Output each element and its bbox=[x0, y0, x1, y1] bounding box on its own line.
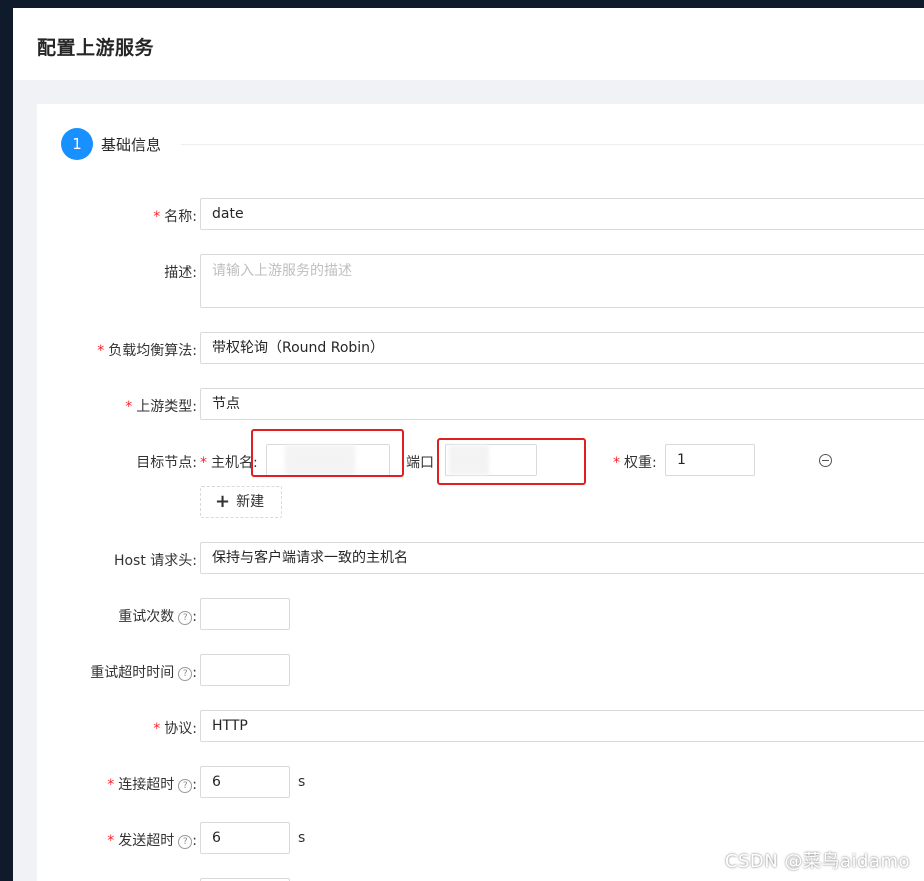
remove-node-icon[interactable] bbox=[819, 454, 832, 467]
upstream-type-select[interactable]: 节点 bbox=[200, 388, 924, 420]
port-highlight-frame bbox=[437, 438, 586, 485]
name-input[interactable]: date bbox=[200, 198, 924, 230]
protocol-select[interactable]: HTTP bbox=[200, 710, 924, 742]
page-title: 配置上游服务 bbox=[37, 37, 155, 59]
app-window: 配置上游服务 1 基础信息 * 名称: date 描述: 请输入上游服务的描述 *… bbox=[13, 8, 924, 881]
required-mark: * bbox=[97, 343, 105, 359]
connect-timeout-input[interactable]: 6 bbox=[200, 766, 290, 798]
step-divider bbox=[181, 144, 924, 145]
hostname-label: * 主机名: bbox=[200, 455, 258, 471]
description-textarea[interactable]: 请输入上游服务的描述 bbox=[200, 254, 924, 308]
required-mark: * bbox=[107, 833, 115, 849]
retry-timeout-input[interactable] bbox=[200, 654, 290, 686]
form-card: 1 基础信息 * 名称: date 描述: 请输入上游服务的描述 * 负载均衡算法:… bbox=[37, 104, 924, 881]
step-number-badge: 1 bbox=[61, 128, 93, 160]
plus-icon: + bbox=[215, 491, 231, 512]
host-header-select[interactable]: 保持与客户端请求一致的主机名 bbox=[200, 542, 924, 574]
protocol-label: * 协议: bbox=[153, 721, 197, 737]
retry-timeout-label: 重试超时时间?: bbox=[90, 665, 197, 681]
question-circle-icon[interactable]: ? bbox=[178, 779, 193, 793]
retries-input[interactable] bbox=[200, 598, 290, 630]
weight-input[interactable]: 1 bbox=[665, 444, 755, 476]
required-mark: * bbox=[613, 455, 620, 471]
required-mark: * bbox=[153, 721, 161, 737]
target-node-label: 目标节点: bbox=[136, 455, 197, 471]
required-mark: * bbox=[153, 209, 161, 225]
weight-label: * 权重: bbox=[613, 455, 657, 471]
load-balance-label: * 负载均衡算法: bbox=[97, 343, 197, 359]
send-timeout-label: * 发送超时?: bbox=[107, 833, 197, 849]
required-mark: * bbox=[200, 455, 207, 471]
hostname-highlight-frame bbox=[251, 429, 404, 477]
connect-timeout-label: * 连接超时?: bbox=[107, 777, 197, 793]
watermark: CSDN @菜鸟aidamo bbox=[724, 851, 910, 872]
description-label: 描述: bbox=[164, 265, 197, 281]
page-header: 配置上游服务 bbox=[13, 8, 924, 80]
load-balance-select[interactable]: 带权轮询（Round Robin） bbox=[200, 332, 924, 364]
question-circle-icon[interactable]: ? bbox=[178, 667, 193, 681]
send-timeout-input[interactable]: 6 bbox=[200, 822, 290, 854]
connect-timeout-unit: s bbox=[298, 774, 306, 790]
port-label: 端口 bbox=[406, 455, 434, 471]
host-header-label: Host 请求头: bbox=[113, 553, 197, 569]
question-circle-icon[interactable]: ? bbox=[178, 835, 193, 849]
step-title: 基础信息 bbox=[101, 136, 162, 154]
upstream-type-label: * 上游类型: bbox=[125, 399, 197, 415]
send-timeout-unit: s bbox=[298, 830, 306, 846]
name-label: * 名称: bbox=[153, 209, 197, 225]
add-node-button[interactable]: + 新建 bbox=[200, 486, 282, 518]
question-circle-icon[interactable]: ? bbox=[178, 611, 193, 625]
retries-label: 重试次数?: bbox=[118, 609, 197, 625]
required-mark: * bbox=[107, 777, 115, 793]
required-mark: * bbox=[125, 399, 133, 415]
